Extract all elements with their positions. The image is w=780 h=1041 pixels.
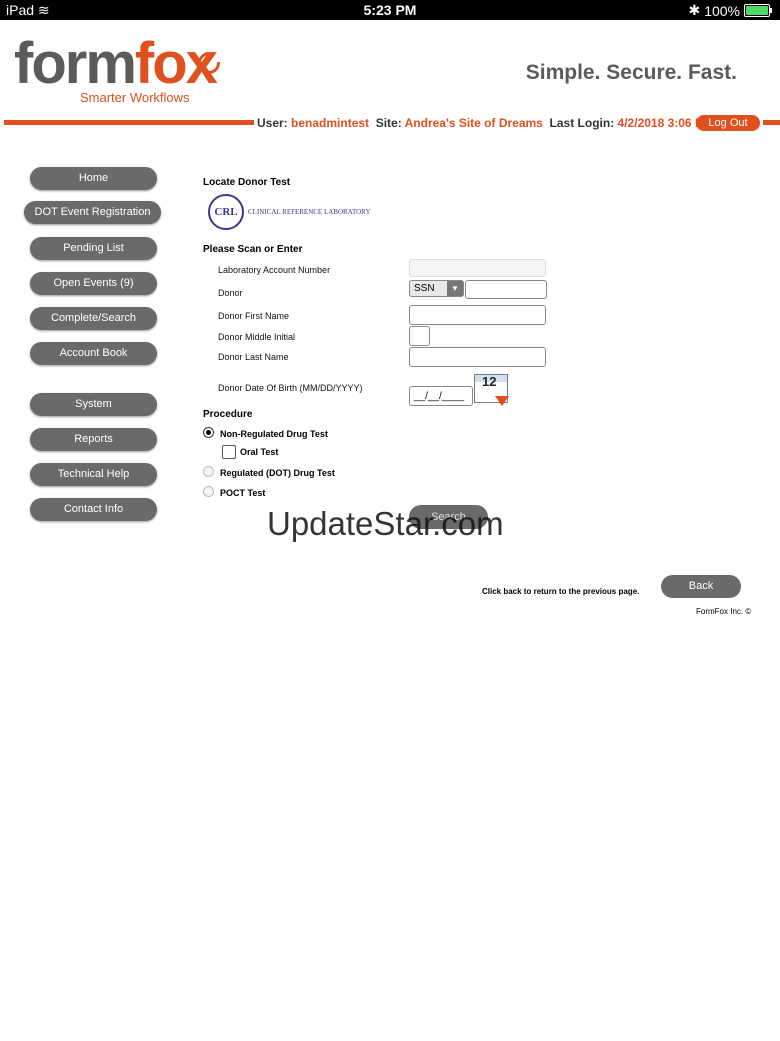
slogan: Simple. Secure. Fast. <box>525 61 737 84</box>
lab-name: CLINICAL REFERENCE LABORATORY <box>248 208 371 216</box>
poct-label: POCT Test <box>220 488 266 498</box>
session-info: User: benadmintest Site: Andrea's Site o… <box>257 116 713 130</box>
ios-status-bar: iPad ≋ 5:23 PM ✱ 100% <box>0 0 780 20</box>
dob-input[interactable]: __/__/____ <box>409 386 473 406</box>
nav-system[interactable]: System <box>30 393 157 416</box>
nav-reports[interactable]: Reports <box>30 428 157 451</box>
procedure-heading: Procedure <box>203 409 253 420</box>
nav-pending-list[interactable]: Pending List <box>30 237 157 260</box>
nav-contact-info[interactable]: Contact Info <box>30 498 157 521</box>
donor-id-input[interactable] <box>465 280 547 299</box>
page-title: Locate Donor Test <box>203 177 291 188</box>
calendar-icon[interactable]: 12 <box>474 371 509 406</box>
nav-dot-event-registration[interactable]: DOT Event Registration <box>24 201 161 224</box>
middle-initial-input[interactable] <box>409 326 430 346</box>
oral-test-label: Oral Test <box>240 447 279 457</box>
lab-account-label: Laboratory Account Number <box>218 265 331 275</box>
tagline: Smarter Workflows <box>80 90 190 105</box>
battery-area: ✱ 100% <box>688 2 772 19</box>
middle-initial-label: Donor Middle Initial <box>218 332 296 342</box>
calendar-day: 12 <box>482 374 497 389</box>
back-button[interactable]: Back <box>661 575 741 598</box>
lab-seal-icon: CRL <box>208 194 244 230</box>
scan-heading: Please Scan or Enter <box>203 244 303 255</box>
nav-technical-help[interactable]: Technical Help <box>30 463 157 486</box>
non-regulated-radio[interactable] <box>203 427 214 438</box>
donor-id-type-select[interactable]: SSN ▼ <box>409 280 464 297</box>
non-regulated-label: Non-Regulated Drug Test <box>220 429 328 439</box>
donor-id-type-value: SSN <box>414 283 435 294</box>
logo-form-text: form <box>14 31 137 96</box>
regulated-radio[interactable] <box>203 466 214 477</box>
dob-label: Donor Date Of Birth (MM/DD/YYYY) <box>218 383 363 393</box>
poct-radio[interactable] <box>203 486 214 497</box>
last-name-input[interactable] <box>409 347 546 367</box>
nav-home[interactable]: Home <box>30 167 157 190</box>
clock: 5:23 PM <box>363 2 417 18</box>
last-login-label: Last Login: <box>549 116 615 130</box>
first-name-label: Donor First Name <box>218 311 290 321</box>
regulated-label: Regulated (DOT) Drug Test <box>220 468 335 478</box>
lab-account-input[interactable] <box>409 259 546 277</box>
user-label: User: <box>257 116 288 130</box>
copyright: FormFox Inc. © <box>696 607 752 616</box>
nav-account-book[interactable]: Account Book <box>30 342 157 365</box>
watermark: UpdateStar.com <box>267 505 504 542</box>
site-value: Andrea's Site of Dreams <box>404 116 543 130</box>
logout-button[interactable]: Log Out <box>696 115 760 131</box>
lab-logo: CRL CLINICAL REFERENCE LABORATORY <box>208 194 371 230</box>
battery-percent: 100% <box>704 2 740 19</box>
chevron-down-icon: ▼ <box>447 281 463 296</box>
site-label: Site: <box>375 116 402 130</box>
nav-open-events[interactable]: Open Events (9) <box>30 272 157 295</box>
battery-icon <box>744 4 772 17</box>
nav-complete-search[interactable]: Complete/Search <box>30 307 157 330</box>
header-divider-left <box>4 120 254 125</box>
user-value: benadmintest <box>291 116 370 130</box>
header-divider-right <box>763 120 780 125</box>
last-name-label: Donor Last Name <box>218 352 289 362</box>
oral-test-checkbox[interactable] <box>222 445 236 459</box>
back-hint: Click back to return to the previous pag… <box>482 587 640 596</box>
bluetooth-icon: ✱ <box>688 2 701 18</box>
first-name-input[interactable] <box>409 305 546 325</box>
donor-label: Donor <box>218 288 243 298</box>
formfox-logo: formfox Smarter Workflows <box>14 31 225 105</box>
